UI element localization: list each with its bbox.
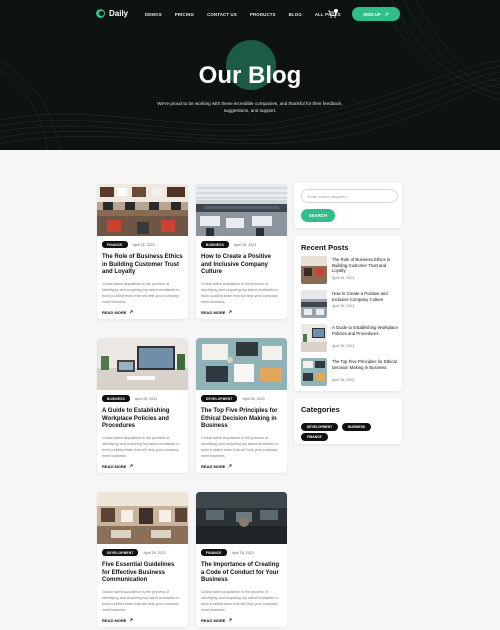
- post-title[interactable]: The Importance of Creating a Code of Con…: [201, 562, 282, 585]
- menu-item-contact[interactable]: CONTACT US: [207, 12, 237, 17]
- post-date: April 26, 2023: [132, 242, 155, 247]
- post-date: April 26, 2023: [134, 396, 158, 401]
- post-title[interactable]: A Guide to Establishing Workplace Polici…: [102, 408, 183, 431]
- recent-post-thumb[interactable]: [301, 256, 327, 284]
- logo-icon: [96, 9, 105, 18]
- recent-post-date: April 26, 2023: [332, 276, 355, 280]
- post-title[interactable]: The Top Five Principles for Ethical Deci…: [201, 408, 282, 431]
- read-more-label: READ MORE: [102, 463, 127, 469]
- arrow-up-right-icon: [130, 310, 133, 314]
- category-tag[interactable]: FINANCE: [201, 549, 227, 556]
- blog-card[interactable]: DEVELOPMENT April 26, 2023 The Top Five P…: [196, 338, 287, 473]
- recent-post-item[interactable]: A Guide to Establishing Workplace Polici…: [301, 324, 401, 354]
- arrow-up-right-icon: [384, 12, 389, 16]
- recent-post-title[interactable]: How to Create a Positive and Inclusive C…: [332, 291, 400, 302]
- menu-item-blog[interactable]: BLOG: [289, 12, 302, 17]
- post-image-desk-topview[interactable]: [196, 338, 287, 390]
- recent-post-title[interactable]: The Top Five Principles for Ethical Deci…: [332, 359, 400, 370]
- recent-post-date: April 26, 2023: [332, 344, 355, 348]
- hero-section: Daily DEMOS PRICING CONTACT US PRODUCTS …: [0, 0, 500, 150]
- post-image-office[interactable]: [97, 184, 188, 236]
- search-widget: Enter search keyword SEARCH: [294, 183, 402, 228]
- read-more-link[interactable]: READ MORE: [201, 618, 282, 623]
- post-title[interactable]: The Role of Business Ethics in Building …: [102, 254, 183, 277]
- read-more-link[interactable]: READ MORE: [201, 464, 282, 469]
- post-excerpt: Global talent acquisition is the process…: [102, 281, 180, 304]
- recent-post-thumb[interactable]: [301, 290, 327, 318]
- recent-post-thumb[interactable]: [301, 358, 327, 386]
- page-subtitle: We're proud to be working with these inc…: [157, 101, 343, 113]
- category-tag-business[interactable]: BUSINESS: [342, 423, 371, 431]
- post-excerpt: Global talent acquisition is the process…: [201, 281, 279, 304]
- arrow-up-right-icon: [130, 464, 133, 468]
- search-button[interactable]: SEARCH: [301, 209, 335, 222]
- top-navbar: Daily DEMOS PRICING CONTACT US PRODUCTS …: [0, 0, 500, 30]
- logo-text: Daily: [109, 9, 129, 18]
- arrow-up-right-icon: [229, 464, 232, 468]
- post-date: April 26, 2023: [143, 550, 166, 555]
- menu-item-products[interactable]: PRODUCTS: [250, 12, 276, 17]
- read-more-label: READ MORE: [102, 617, 127, 623]
- recent-post-item[interactable]: The Role of Business Ethics in Building …: [301, 256, 401, 286]
- categories-widget: Categories DEVELOPMENT BUSINESS FINANCE: [294, 398, 402, 444]
- post-excerpt: Global talent acquisition is the process…: [102, 589, 180, 612]
- arrow-up-right-icon: [130, 618, 133, 622]
- recent-post-item[interactable]: The Top Five Principles for Ethical Deci…: [301, 358, 401, 388]
- arrow-up-right-icon: [229, 310, 232, 314]
- recent-posts-widget: Recent Posts The Role of Business Ethics…: [294, 236, 402, 391]
- post-excerpt: Global talent acquisition is the process…: [102, 435, 180, 458]
- post-title[interactable]: How to Create a Positive and Inclusive C…: [201, 254, 282, 277]
- post-excerpt: Global talent acquisition is the process…: [201, 589, 279, 612]
- recent-posts-heading: Recent Posts: [301, 243, 349, 252]
- post-image-openspace[interactable]: [196, 184, 287, 236]
- read-more-label: READ MORE: [201, 463, 226, 469]
- blog-card[interactable]: FINANCE April 26, 2023 The Importance of …: [196, 492, 287, 627]
- search-input[interactable]: Enter search keyword: [301, 189, 398, 203]
- page-title: Our Blog: [198, 62, 302, 89]
- category-tag[interactable]: DEVELOPMENT: [102, 549, 139, 556]
- category-tag[interactable]: DEVELOPMENT: [201, 395, 238, 402]
- menu-item-pricing[interactable]: PRICING: [175, 12, 194, 17]
- signup-label: SIGN UP: [363, 11, 381, 17]
- category-tag[interactable]: BUSINESS: [201, 241, 229, 248]
- signup-button[interactable]: SIGN UP: [352, 7, 400, 21]
- read-more-link[interactable]: READ MORE: [102, 464, 183, 469]
- category-list-row-2: FINANCE: [301, 433, 328, 441]
- category-tag-development[interactable]: DEVELOPMENT: [301, 423, 339, 431]
- categories-heading: Categories: [301, 405, 340, 414]
- cart-badge: [334, 9, 338, 13]
- post-excerpt: Global talent acquisition is the process…: [201, 435, 279, 458]
- recent-post-thumb[interactable]: [301, 324, 327, 352]
- recent-post-title[interactable]: A Guide to Establishing Workplace Polici…: [332, 325, 400, 336]
- recent-post-date: April 26, 2023: [332, 304, 355, 308]
- post-title[interactable]: Five Essential Guidelines for Effective …: [102, 562, 183, 585]
- read-more-label: READ MORE: [102, 309, 127, 315]
- read-more-link[interactable]: READ MORE: [201, 310, 282, 315]
- blog-card[interactable]: BUSINESS April 26, 2023 A Guide to Establ…: [97, 338, 188, 473]
- post-date: April 26, 2023: [233, 242, 257, 247]
- blog-card[interactable]: DEVELOPMENT April 26, 2023 Five Essential…: [97, 492, 188, 627]
- category-tag-finance[interactable]: FINANCE: [301, 433, 328, 441]
- arrow-up-right-icon: [229, 618, 232, 622]
- read-more-link[interactable]: READ MORE: [102, 618, 183, 623]
- post-date: April 26, 2023: [242, 396, 265, 401]
- recent-post-item[interactable]: How to Create a Positive and Inclusive C…: [301, 290, 401, 320]
- post-image-team[interactable]: [97, 492, 188, 544]
- main-menu: DEMOS PRICING CONTACT US PRODUCTS BLOG A…: [145, 12, 354, 17]
- post-date: April 26, 2023: [231, 550, 254, 555]
- read-more-link[interactable]: READ MORE: [102, 310, 183, 315]
- post-image-dark-office[interactable]: [196, 492, 287, 544]
- post-image-workspace[interactable]: [97, 338, 188, 390]
- category-tag[interactable]: BUSINESS: [102, 395, 130, 402]
- menu-item-demos[interactable]: DEMOS: [145, 12, 162, 17]
- category-tag[interactable]: FINANCE: [102, 241, 128, 248]
- logo[interactable]: Daily: [96, 9, 128, 18]
- recent-post-date: April 26, 2023: [332, 378, 355, 382]
- read-more-label: READ MORE: [201, 617, 226, 623]
- category-list: DEVELOPMENT BUSINESS: [301, 423, 371, 431]
- recent-post-title[interactable]: The Role of Business Ethics in Building …: [332, 257, 400, 274]
- blog-card[interactable]: FINANCE April 26, 2023 The Role of Busine…: [97, 184, 188, 319]
- read-more-label: READ MORE: [201, 309, 226, 315]
- blog-card[interactable]: BUSINESS April 26, 2023 How to Create a P…: [196, 184, 287, 319]
